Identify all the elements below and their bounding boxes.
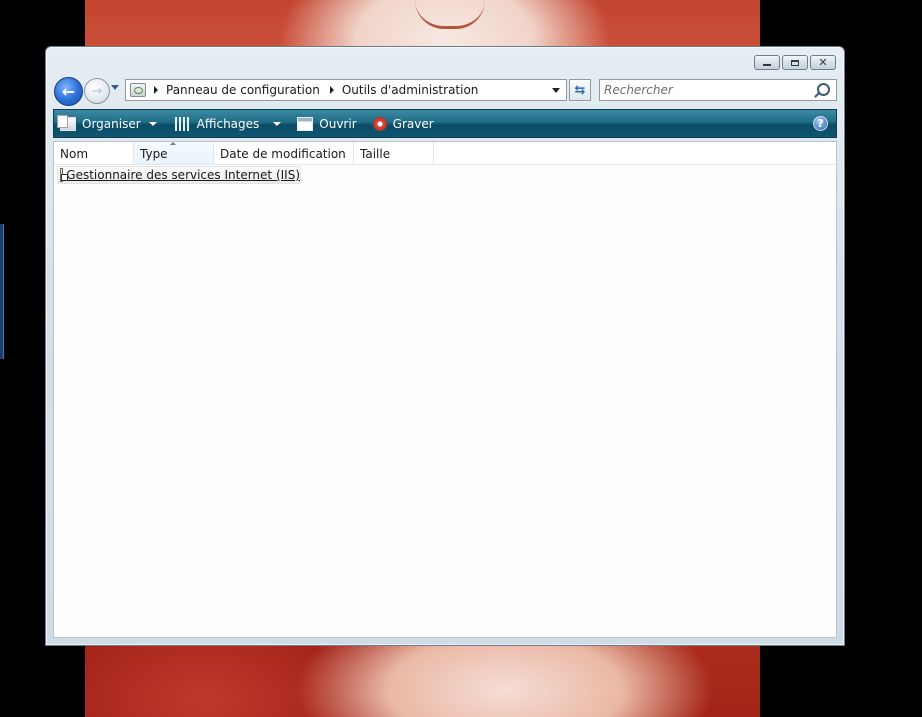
forward-button[interactable]: →: [84, 78, 110, 104]
forward-arrow-icon: →: [91, 83, 103, 99]
open-button[interactable]: Ouvrir: [291, 110, 364, 137]
command-bar: Organiser Affichages Ouvrir Graver ?: [53, 109, 837, 138]
organize-label: Organiser: [82, 116, 141, 131]
burn-disc-icon: [372, 116, 387, 131]
organize-icon: [57, 114, 76, 131]
column-header-type-label: Type: [140, 147, 168, 161]
column-header-date[interactable]: Date de modification: [214, 142, 354, 164]
minimize-button[interactable]: [754, 55, 780, 70]
help-icon[interactable]: ?: [813, 116, 828, 131]
breadcrumb-admin-tools[interactable]: Outils d'administration: [342, 83, 479, 97]
column-header-type[interactable]: Type: [134, 142, 214, 164]
minimize-icon: [763, 64, 771, 66]
column-header-size[interactable]: Taille: [354, 142, 434, 164]
chevron-down-icon: [148, 121, 157, 126]
back-arrow-icon: ←: [61, 82, 76, 101]
search-box: [599, 79, 837, 101]
navigation-bar: ← → Panneau de configuration Outils d'ad…: [54, 77, 838, 107]
close-button[interactable]: ✕: [810, 55, 836, 70]
open-label: Ouvrir: [319, 116, 357, 131]
column-headers: Nom Type Date de modification Taille: [54, 142, 836, 165]
wallpaper-detail: [415, 0, 485, 29]
back-button[interactable]: ←: [54, 77, 83, 106]
views-icon: [174, 116, 191, 131]
burn-label: Graver: [392, 116, 434, 131]
address-bar[interactable]: Panneau de configuration Outils d'admini…: [125, 79, 567, 101]
views-button[interactable]: Affichages: [169, 110, 290, 137]
list-item[interactable]: Gestionnaire des services Internet (IIS): [57, 166, 301, 184]
column-header-name[interactable]: Nom: [54, 142, 134, 164]
explorer-window: ✕ ← → Panneau de configuration Outils d'…: [45, 46, 845, 646]
maximize-button[interactable]: [782, 55, 808, 70]
breadcrumb-separator-icon[interactable]: [329, 86, 334, 94]
file-list-pane[interactable]: Nom Type Date de modification Taille Ges…: [53, 141, 837, 638]
shortcut-icon: [60, 168, 69, 182]
refresh-button[interactable]: ⇆: [569, 79, 591, 101]
search-icon[interactable]: [817, 83, 830, 96]
organize-button[interactable]: Organiser: [54, 110, 165, 137]
recent-pages-dropdown[interactable]: [111, 85, 119, 90]
address-dropdown-icon[interactable]: [552, 88, 560, 93]
breadcrumb-control-panel[interactable]: Panneau de configuration: [166, 83, 320, 97]
burn-button[interactable]: Graver: [367, 110, 442, 137]
search-input[interactable]: [604, 82, 809, 98]
sort-ascending-icon: [170, 142, 176, 145]
chevron-down-icon: [273, 121, 282, 126]
file-name[interactable]: Gestionnaire des services Internet (IIS): [66, 168, 300, 182]
window-controls: ✕: [754, 55, 836, 70]
close-icon: ✕: [818, 56, 828, 69]
views-label: Affichages: [196, 116, 260, 131]
open-icon: [297, 116, 314, 131]
background-window-edge: [0, 224, 4, 359]
breadcrumb-separator-icon[interactable]: [154, 86, 158, 94]
maximize-icon: [791, 59, 799, 66]
control-panel-icon: [130, 83, 146, 97]
refresh-icon: ⇆: [574, 82, 586, 98]
